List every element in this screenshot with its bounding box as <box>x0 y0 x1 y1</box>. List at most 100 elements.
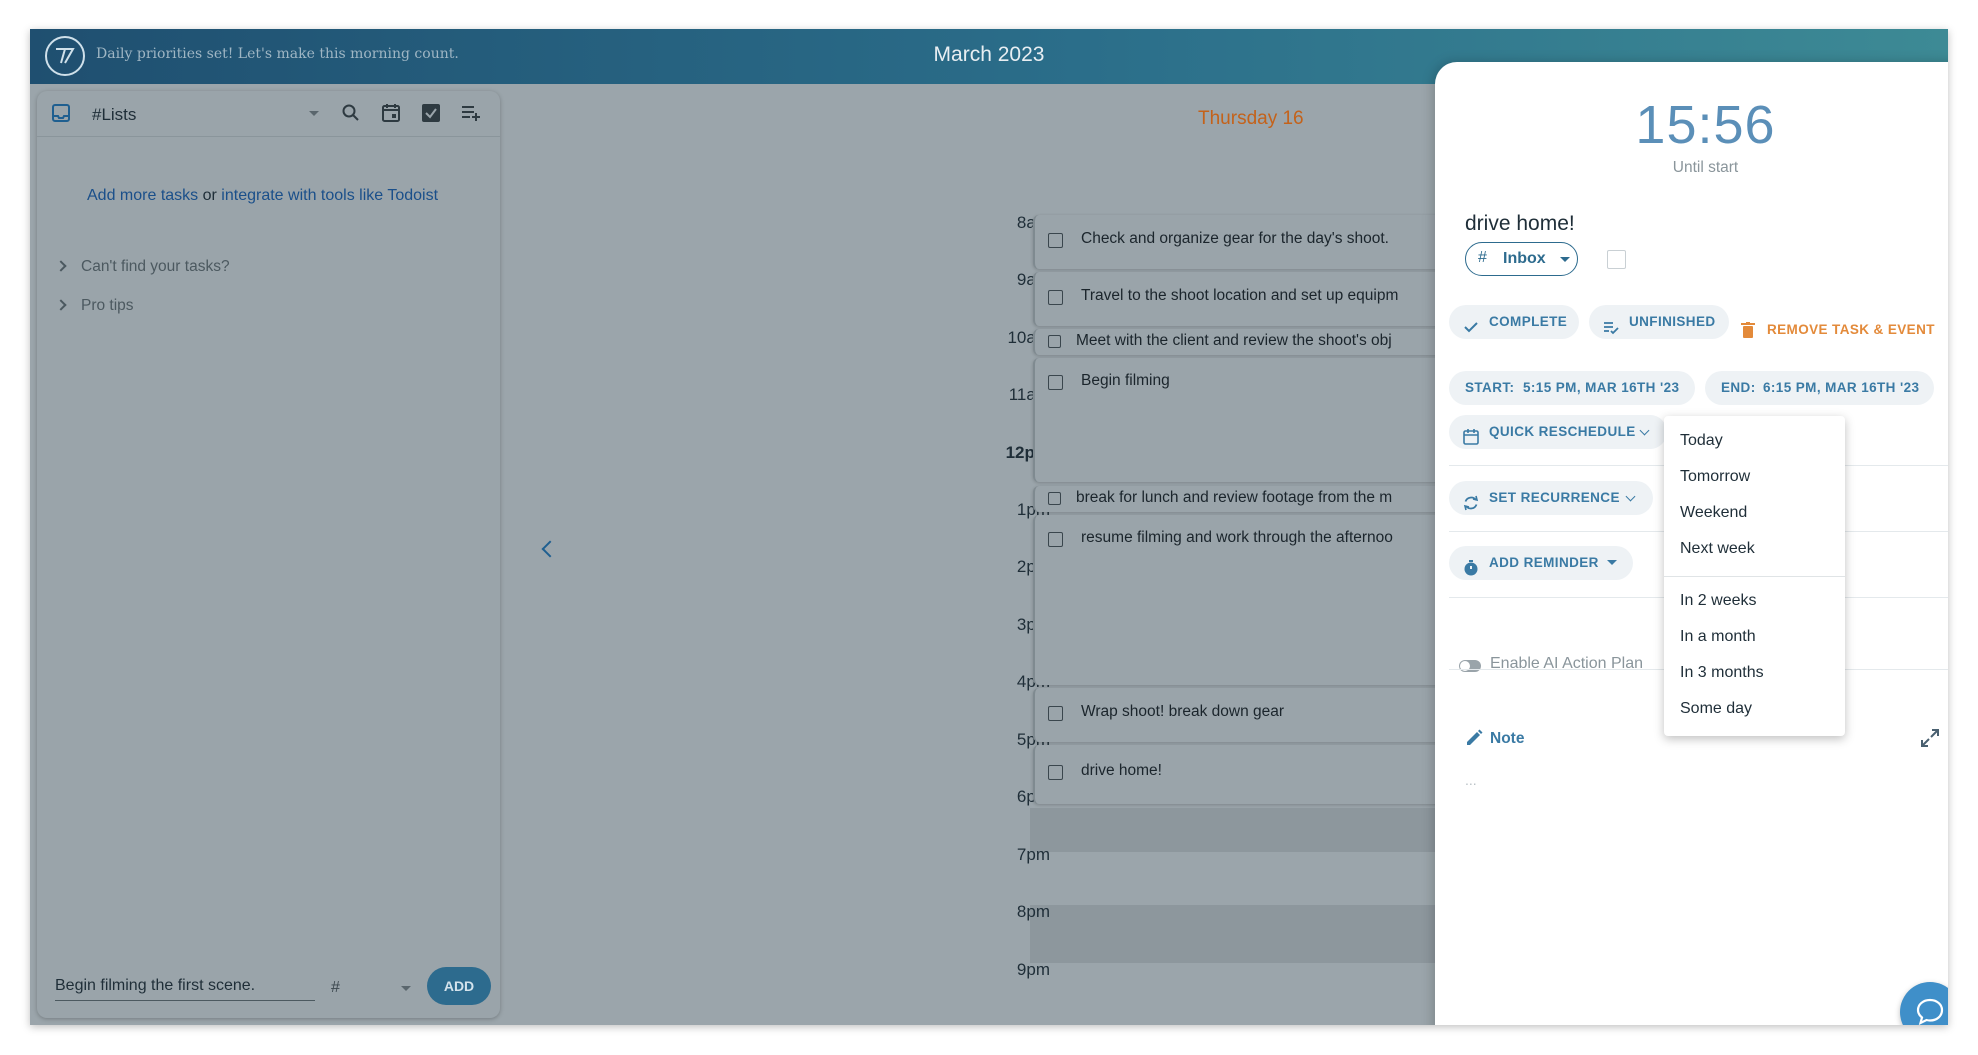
menu-item-month[interactable]: In a month <box>1680 628 1756 646</box>
toggle-icon[interactable] <box>1459 660 1481 672</box>
trash-icon <box>1741 322 1755 341</box>
chevron-down-icon <box>1560 257 1570 262</box>
hour-label: 8pm <box>1016 902 1050 921</box>
event-title: resume filming and work through the afte… <box>1081 529 1393 546</box>
calendar-icon[interactable] <box>381 103 403 125</box>
menu-divider <box>1664 576 1845 577</box>
event-checkbox[interactable] <box>1048 532 1063 547</box>
chevron-right-icon <box>55 260 67 272</box>
project-selector[interactable]: # Inbox <box>1465 242 1578 276</box>
chevron-down-icon <box>1625 491 1636 502</box>
countdown-caption: Until start <box>1672 159 1739 176</box>
add-task-button[interactable]: ADD <box>427 967 491 1005</box>
task-title[interactable]: drive home! <box>1465 212 1575 236</box>
start-label: START: <box>1465 380 1515 395</box>
event-checkbox[interactable] <box>1048 290 1063 305</box>
calendar-event[interactable]: resume filming and work through the afte… <box>1033 515 1453 685</box>
recurrence-label: SET RECURRENCE <box>1489 490 1620 505</box>
new-task-input[interactable]: Begin filming the first scene. <box>55 977 315 1001</box>
checkbox-icon[interactable] <box>421 103 443 125</box>
task-sidebar: #Lists Add more tasks or integrate with … <box>37 91 500 1018</box>
event-title: Wrap shoot! break down gear <box>1081 703 1285 720</box>
event-title: Travel to the shoot location and set up … <box>1081 287 1399 304</box>
unfinished-button[interactable]: UNFINISHED <box>1589 305 1729 339</box>
note-field[interactable]: ... <box>1465 772 1477 788</box>
section-label: Pro tips <box>81 297 134 314</box>
event-title: drive home! <box>1081 762 1162 779</box>
add-tasks-link[interactable]: Add more tasks <box>87 187 198 204</box>
quick-reschedule-button[interactable]: QUICK RESCHEDULE <box>1449 415 1667 449</box>
sidebar-header: #Lists <box>37 91 500 137</box>
complete-label: COMPLETE <box>1489 314 1568 329</box>
note-label[interactable]: Note <box>1490 730 1524 748</box>
reschedule-label: QUICK RESCHEDULE <box>1489 424 1636 439</box>
countdown-timer: 15:56 <box>1635 95 1776 155</box>
menu-item-tomorrow[interactable]: Tomorrow <box>1680 468 1750 486</box>
open-external-icon[interactable] <box>1607 250 1626 269</box>
section-pro-tips[interactable]: Pro tips <box>55 297 134 315</box>
chevron-down-icon[interactable] <box>401 986 411 991</box>
calendar-event[interactable]: Wrap shoot! break down gear <box>1033 688 1453 742</box>
start-time-button[interactable]: START: 5:15 PM, MAR 16TH '23 <box>1449 371 1695 405</box>
reminder-label: ADD REMINDER <box>1489 555 1599 570</box>
pencil-icon <box>1465 729 1483 752</box>
end-time-button[interactable]: END: 6:15 PM, MAR 16TH '23 <box>1705 371 1934 405</box>
unfinished-label: UNFINISHED <box>1629 314 1716 329</box>
calendar-event[interactable]: break for lunch and review footage from … <box>1033 486 1453 512</box>
menu-item-some-day[interactable]: Some day <box>1680 700 1752 718</box>
playlist-add-icon[interactable] <box>461 103 483 125</box>
event-checkbox[interactable] <box>1048 765 1063 780</box>
menu-item-weekend[interactable]: Weekend <box>1680 504 1747 522</box>
chevron-left-icon[interactable] <box>541 540 559 558</box>
start-value: 5:15 PM, MAR 16TH '23 <box>1523 380 1680 395</box>
menu-item-2-weeks[interactable]: In 2 weeks <box>1680 592 1756 610</box>
list-check-icon <box>1603 314 1619 335</box>
chevron-down-icon <box>1607 560 1617 565</box>
menu-item-today[interactable]: Today <box>1680 432 1723 450</box>
free-slot[interactable] <box>1030 808 1454 852</box>
end-value: 6:15 PM, MAR 16TH '23 <box>1763 380 1920 395</box>
repeat-icon <box>1463 490 1479 511</box>
remove-label: REMOVE TASK & EVENT <box>1767 322 1935 337</box>
section-label: Can't find your tasks? <box>81 258 230 275</box>
calendar-icon <box>1463 424 1479 445</box>
search-icon[interactable] <box>341 103 363 125</box>
event-checkbox[interactable] <box>1048 375 1063 390</box>
event-checkbox[interactable] <box>1048 492 1061 505</box>
calendar-event[interactable]: Travel to the shoot location and set up … <box>1033 272 1453 326</box>
add-reminder-button[interactable]: ADD REMINDER <box>1449 546 1633 580</box>
inbox-icon[interactable] <box>51 103 73 125</box>
free-slot[interactable] <box>1030 905 1454 963</box>
hash-icon: # <box>1478 249 1487 266</box>
complete-button[interactable]: COMPLETE <box>1449 305 1579 339</box>
day-label[interactable]: Thursday 16 <box>1198 108 1304 130</box>
event-title: Check and organize gear for the day's sh… <box>1081 230 1389 247</box>
integrate-link[interactable]: integrate with tools like Todoist <box>221 187 438 204</box>
set-recurrence-button[interactable]: SET RECURRENCE <box>1449 481 1653 515</box>
reschedule-menu: Today Tomorrow Weekend Next week In 2 we… <box>1664 416 1845 736</box>
calendar-event[interactable]: drive home! <box>1033 745 1453 804</box>
calendar-event[interactable]: Meet with the client and review the shoo… <box>1033 329 1453 355</box>
event-checkbox[interactable] <box>1048 233 1063 248</box>
end-label: END: <box>1721 380 1756 395</box>
list-selector[interactable]: #Lists <box>92 105 136 125</box>
event-checkbox[interactable] <box>1048 335 1061 348</box>
hint-or: or <box>202 187 217 204</box>
calendar-event[interactable]: Check and organize gear for the day's sh… <box>1033 215 1453 269</box>
expand-icon[interactable] <box>1920 728 1940 753</box>
check-icon <box>1463 314 1479 333</box>
event-title: Begin filming <box>1081 372 1170 389</box>
ai-action-plan-label[interactable]: Enable AI Action Plan <box>1490 655 1643 673</box>
event-checkbox[interactable] <box>1048 706 1063 721</box>
project-label: Inbox <box>1503 250 1546 267</box>
hour-label: 9pm <box>1016 960 1050 979</box>
chevron-down-icon[interactable] <box>309 111 319 116</box>
timer-icon <box>1463 555 1479 576</box>
tag-select[interactable]: # <box>331 979 340 997</box>
menu-item-next-week[interactable]: Next week <box>1680 540 1755 558</box>
calendar-event[interactable]: Begin filming <box>1033 358 1453 482</box>
section-cant-find[interactable]: Can't find your tasks? <box>55 258 230 276</box>
menu-item-3-months[interactable]: In 3 months <box>1680 664 1764 682</box>
event-title: Meet with the client and review the shoo… <box>1076 332 1392 349</box>
event-title: break for lunch and review footage from … <box>1076 489 1393 506</box>
